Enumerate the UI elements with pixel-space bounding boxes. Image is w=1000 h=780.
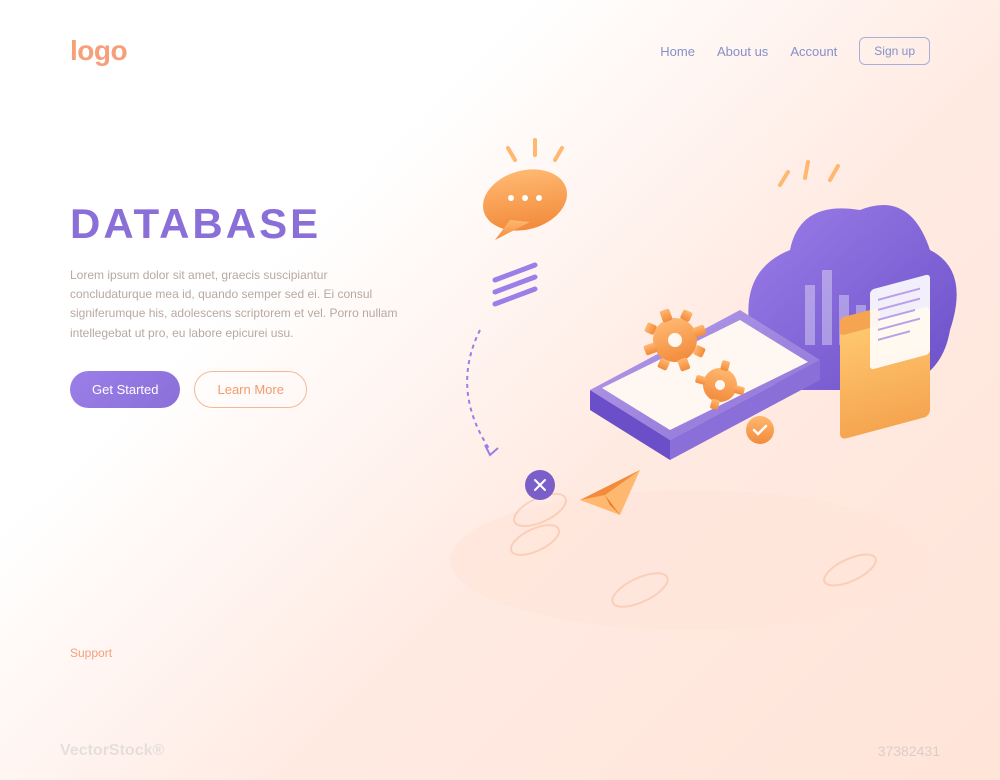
cta-group: Get Started Learn More <box>70 371 410 408</box>
nav-home[interactable]: Home <box>660 44 695 59</box>
chat-icon <box>483 164 567 240</box>
watermark-brand: VectorStock® <box>60 742 164 759</box>
hero-section: DATABASE Lorem ipsum dolor sit amet, gra… <box>70 200 410 408</box>
watermark-id: 37382431 <box>878 743 940 759</box>
nav-account[interactable]: Account <box>790 44 837 59</box>
hero-title: DATABASE <box>70 200 410 248</box>
signup-button[interactable]: Sign up <box>859 37 930 65</box>
learn-more-button[interactable]: Learn More <box>194 371 306 408</box>
logo[interactable]: logo <box>70 35 127 67</box>
nav-about[interactable]: About us <box>717 44 768 59</box>
check-icon <box>746 416 774 444</box>
hero-description: Lorem ipsum dolor sit amet, graecis susc… <box>70 266 410 343</box>
support-link[interactable]: Support <box>70 646 112 660</box>
main-nav: Home About us Account Sign up <box>660 37 930 65</box>
get-started-button[interactable]: Get Started <box>70 371 180 408</box>
close-icon <box>525 470 555 500</box>
watermark: VectorStock® 37382431 <box>60 742 940 760</box>
hero-illustration <box>410 130 960 630</box>
